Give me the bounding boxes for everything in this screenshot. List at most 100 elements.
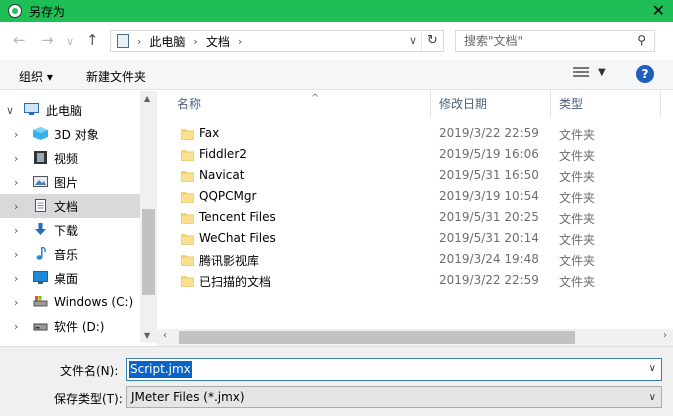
- up-button[interactable]: ↑: [86, 32, 99, 48]
- folder-icon: [181, 129, 194, 140]
- filetype-value: JMeter Files (*.jmx): [131, 390, 245, 404]
- scroll-down-icon[interactable]: ▼: [144, 331, 150, 340]
- chevron-right-icon[interactable]: ›: [238, 35, 242, 48]
- chevron-right-icon[interactable]: ›: [14, 224, 18, 237]
- column-header-type[interactable]: 类型: [551, 91, 661, 117]
- search-icon[interactable]: ⚲: [637, 33, 646, 47]
- file-date: 2019/5/31 20:25: [439, 210, 539, 224]
- back-button[interactable]: ←: [13, 32, 26, 48]
- breadcrumb-documents[interactable]: 文档: [206, 33, 230, 50]
- sidebar-item-this-pc[interactable]: ∨ 此电脑: [0, 98, 140, 122]
- scroll-right-icon[interactable]: ›: [663, 330, 667, 341]
- chevron-right-icon[interactable]: ›: [14, 128, 18, 141]
- sidebar-item-label: 音乐: [54, 247, 79, 262]
- file-name: 腾讯影视库: [199, 254, 260, 268]
- file-date: 2019/3/24 19:48: [439, 252, 539, 266]
- sidebar-item-downloads[interactable]: › 下载: [0, 218, 140, 242]
- file-row[interactable]: Navicat 2019/5/31 16:50 文件夹: [157, 165, 673, 186]
- sidebar-item-drive-c[interactable]: › Windows (C:): [0, 290, 140, 314]
- chevron-right-icon[interactable]: ›: [193, 35, 197, 48]
- file-row[interactable]: QQPCMgr 2019/3/19 10:54 文件夹: [157, 186, 673, 207]
- file-date: 2019/3/22 22:59: [439, 273, 539, 287]
- sidebar-item-music[interactable]: › 音乐: [0, 242, 140, 266]
- new-folder-button[interactable]: 新建文件夹: [86, 68, 146, 85]
- folder-icon: [181, 192, 194, 203]
- chevron-right-icon[interactable]: ›: [137, 35, 141, 48]
- folder-icon: [181, 213, 194, 224]
- chevron-right-icon[interactable]: ›: [14, 200, 18, 213]
- filetype-select[interactable]: JMeter Files (*.jmx) ∨: [126, 386, 662, 408]
- chevron-right-icon[interactable]: ›: [14, 320, 18, 333]
- refresh-button[interactable]: ↻: [421, 31, 443, 51]
- filename-field[interactable]: Script.jmx ∨: [126, 358, 662, 381]
- column-header-date[interactable]: 修改日期: [431, 91, 551, 117]
- sidebar-item-label: 此电脑: [46, 103, 83, 118]
- sidebar-item-label: 3D 对象: [54, 127, 99, 142]
- file-type: 文件夹: [559, 275, 596, 289]
- column-header-name[interactable]: 名称 ^: [169, 91, 431, 117]
- file-name: Fax: [199, 126, 220, 140]
- file-name: 已扫描的文档: [199, 275, 272, 289]
- scrollbar-thumb[interactable]: [179, 331, 575, 344]
- sidebar-item-drive-d[interactable]: › 软件 (D:): [0, 314, 140, 338]
- sidebar-item-label: 文档: [54, 199, 79, 214]
- sidebar-scrollbar[interactable]: ▲ ▼: [140, 91, 157, 343]
- chevron-down-icon[interactable]: ∨: [6, 104, 14, 117]
- address-dropdown-icon[interactable]: ∨: [409, 34, 417, 47]
- organize-button[interactable]: 组织 ▾: [19, 68, 53, 85]
- save-form: 文件名(N): Script.jmx ∨ 保存类型(T): JMeter Fil…: [0, 346, 673, 416]
- file-row[interactable]: WeChat Files 2019/5/31 20:14 文件夹: [157, 228, 673, 249]
- file-row[interactable]: 已扫描的文档 2019/3/22 22:59 文件夹: [157, 270, 673, 291]
- file-row[interactable]: Fiddler2 2019/5/19 16:06 文件夹: [157, 144, 673, 165]
- file-row[interactable]: 腾讯影视库 2019/3/24 19:48 文件夹: [157, 249, 673, 270]
- sidebar-item-3d-objects[interactable]: › 3D 对象: [0, 122, 140, 146]
- file-name: Tencent Files: [199, 210, 276, 224]
- scroll-left-icon[interactable]: ‹: [163, 330, 167, 341]
- file-row[interactable]: Fax 2019/3/22 22:59 文件夹: [157, 123, 673, 144]
- file-row[interactable]: Tencent Files 2019/5/31 20:25 文件夹: [157, 207, 673, 228]
- file-name: Navicat: [199, 168, 245, 182]
- file-type: 文件夹: [559, 170, 596, 184]
- file-date: 2019/5/31 16:50: [439, 168, 539, 182]
- film-icon: [34, 151, 47, 164]
- filename-label: 文件名(N):: [60, 364, 119, 378]
- chevron-down-icon[interactable]: ∨: [649, 363, 656, 374]
- view-options-icon[interactable]: [573, 67, 591, 81]
- scrollbar-thumb[interactable]: [142, 209, 155, 295]
- forward-button[interactable]: →: [41, 32, 54, 48]
- sidebar-item-label: 软件 (D:): [54, 319, 105, 334]
- close-icon[interactable]: ✕: [652, 1, 665, 21]
- title-bar: 另存为 ✕: [0, 0, 673, 22]
- search-box[interactable]: ⚲: [455, 30, 655, 52]
- scroll-up-icon[interactable]: ▲: [144, 94, 150, 103]
- help-button[interactable]: ?: [636, 65, 654, 83]
- search-input[interactable]: [464, 31, 634, 51]
- address-computer-icon: [117, 34, 129, 48]
- recent-locations-chevron-icon[interactable]: ∨: [66, 34, 74, 50]
- file-date: 2019/5/19 16:06: [439, 147, 539, 161]
- sidebar-item-documents[interactable]: › 文档: [0, 194, 140, 218]
- sidebar-item-label: 桌面: [54, 271, 79, 286]
- file-list-horizontal-scrollbar[interactable]: ‹ ›: [157, 329, 673, 346]
- desktop-icon: [33, 271, 48, 284]
- drive-c-icon: [33, 296, 48, 307]
- breadcrumb-this-pc[interactable]: 此电脑: [149, 33, 185, 50]
- chevron-down-icon[interactable]: ∨: [649, 388, 656, 408]
- chevron-right-icon[interactable]: ›: [14, 152, 18, 165]
- chevron-right-icon[interactable]: ›: [14, 272, 18, 285]
- sidebar-item-pictures[interactable]: › 图片: [0, 170, 140, 194]
- folder-icon: [181, 255, 194, 266]
- chevron-right-icon[interactable]: ›: [14, 176, 18, 189]
- sidebar-item-videos[interactable]: › 视频: [0, 146, 140, 170]
- picture-icon: [33, 176, 48, 187]
- sidebar-item-desktop[interactable]: › 桌面: [0, 266, 140, 290]
- navigation-bar: ← → ∨ ↑ › 此电脑 › 文档 › ∨ ↻ ⚲: [0, 22, 673, 60]
- sidebar-item-label: 图片: [54, 175, 79, 190]
- chevron-right-icon[interactable]: ›: [14, 296, 18, 309]
- view-dropdown-icon[interactable]: ▼: [598, 67, 606, 78]
- file-type: 文件夹: [559, 191, 596, 205]
- chevron-right-icon[interactable]: ›: [14, 248, 18, 261]
- filename-input[interactable]: Script.jmx: [129, 361, 192, 378]
- sidebar-item-label: 下载: [54, 223, 79, 238]
- address-bar[interactable]: › 此电脑 › 文档 › ∨ ↻: [110, 30, 444, 52]
